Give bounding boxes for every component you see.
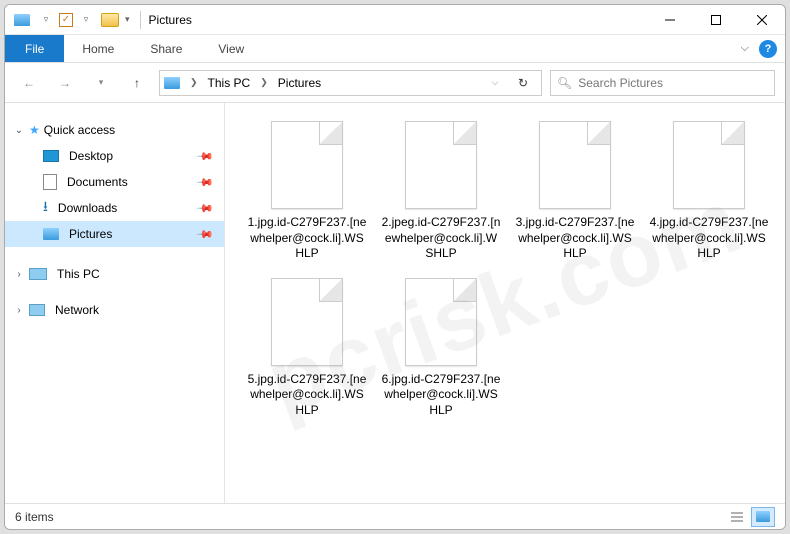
sidebar-item-label: Quick access [44,123,115,137]
sidebar-quick-access[interactable]: ⌄ ★ Quick access [5,117,224,143]
sidebar-item-downloads[interactable]: ⭳ Downloads 📌 [5,195,224,221]
file-label: 6.jpg.id-C279F237.[newhelper@cock.li].WS… [381,372,501,419]
file-label: 2.jpeg.id-C279F237.[newhelper@cock.li].W… [381,215,501,262]
tab-share[interactable]: Share [132,35,200,62]
file-item[interactable]: 5.jpg.id-C279F237.[newhelper@cock.li].WS… [243,274,371,423]
qat-dropdown-2[interactable]: ▿ [75,9,97,31]
breadcrumb-pictures[interactable]: Pictures [278,76,321,90]
sidebar-item-label: Documents [67,175,128,189]
file-icon [539,121,611,209]
tab-view[interactable]: View [200,35,262,62]
pc-icon [29,268,47,280]
file-icon [271,278,343,366]
app-icon [11,9,33,31]
refresh-button[interactable]: ↻ [509,69,537,97]
status-bar: 6 items [5,503,785,529]
qat-checkbox[interactable]: ✓ [59,13,73,27]
file-label: 4.jpg.id-C279F237.[newhelper@cock.li].WS… [649,215,769,262]
search-input[interactable] [578,76,768,90]
up-button[interactable]: ↑ [123,69,151,97]
address-bar[interactable]: ❯ This PC ❯ Pictures ⌵ ↻ [159,70,542,96]
body: ⌄ ★ Quick access Desktop 📌 Documents 📌 ⭳… [5,103,785,503]
tab-home[interactable]: Home [64,35,132,62]
close-button[interactable] [739,5,785,35]
minimize-button[interactable] [647,5,693,35]
sidebar-item-label: Downloads [58,201,117,215]
title-bar: ▿ ✓ ▿ ▾ Pictures [5,5,785,35]
sidebar-item-label: Pictures [69,227,112,241]
file-icon [673,121,745,209]
file-item[interactable]: 4.jpg.id-C279F237.[newhelper@cock.li].WS… [645,117,773,266]
file-list-pane[interactable]: 1.jpg.id-C279F237.[newhelper@cock.li].WS… [225,103,785,503]
window-title: Pictures [149,13,192,27]
chevron-right-icon[interactable]: ❯ [256,77,272,88]
ribbon-expand-icon[interactable]: ⌵ [741,42,749,55]
chevron-down-icon[interactable]: ⌄ [13,125,25,136]
item-count: 6 items [15,510,54,524]
help-icon[interactable]: ? [759,40,777,58]
breadcrumb-root-icon[interactable] [164,77,180,89]
pictures-icon [43,228,59,240]
file-label: 3.jpg.id-C279F237.[newhelper@cock.li].WS… [515,215,635,262]
recent-locations[interactable]: ▾ [87,69,115,97]
desktop-icon [43,150,59,162]
ribbon: File Home Share View ⌵ ? [5,35,785,63]
file-tab[interactable]: File [5,35,64,62]
downloads-icon: ⭳ [43,196,48,220]
file-item[interactable]: 3.jpg.id-C279F237.[newhelper@cock.li].WS… [511,117,639,266]
quick-access-toolbar: ▿ ✓ ▿ ▾ Pictures [5,9,192,31]
pin-icon: 📌 [196,225,215,244]
window-controls [647,5,785,35]
sidebar-network[interactable]: › Network [5,297,224,323]
pin-icon: 📌 [196,173,215,192]
file-label: 5.jpg.id-C279F237.[newhelper@cock.li].WS… [247,372,367,419]
sidebar-item-label: Desktop [69,149,113,163]
navigation-toolbar: ← → ▾ ↑ ❯ This PC ❯ Pictures ⌵ ↻ 🔍︎ [5,63,785,103]
file-icon [405,121,477,209]
explorer-window: ▿ ✓ ▿ ▾ Pictures File Home Share View ⌵ … [4,4,786,530]
view-icons-button[interactable] [751,507,775,527]
qat-dropdown-1[interactable]: ▿ [35,9,57,31]
search-icon: 🔍︎ [557,76,572,90]
sidebar-item-desktop[interactable]: Desktop 📌 [5,143,224,169]
network-icon [29,304,45,316]
file-item[interactable]: 1.jpg.id-C279F237.[newhelper@cock.li].WS… [243,117,371,266]
address-dropdown[interactable]: ⌵ [481,69,509,97]
view-details-button[interactable] [725,507,749,527]
sidebar-item-documents[interactable]: Documents 📌 [5,169,224,195]
file-label: 1.jpg.id-C279F237.[newhelper@cock.li].WS… [247,215,367,262]
folder-icon [99,9,121,31]
file-icon [271,121,343,209]
chevron-right-icon[interactable]: › [13,305,25,316]
sidebar-item-label: This PC [57,267,100,281]
chevron-right-icon[interactable]: › [13,269,25,280]
pin-icon: 📌 [196,199,215,218]
file-icon [405,278,477,366]
sidebar-this-pc[interactable]: › This PC [5,261,224,287]
qat-overflow[interactable]: ▾ [123,14,132,25]
chevron-right-icon[interactable]: ❯ [186,77,202,88]
back-button[interactable]: ← [15,69,43,97]
forward-button[interactable]: → [51,69,79,97]
breadcrumb-this-pc[interactable]: This PC [208,76,251,90]
maximize-button[interactable] [693,5,739,35]
file-item[interactable]: 2.jpeg.id-C279F237.[newhelper@cock.li].W… [377,117,505,266]
file-grid: 1.jpg.id-C279F237.[newhelper@cock.li].WS… [243,117,777,423]
sidebar-item-pictures[interactable]: Pictures 📌 [5,221,224,247]
file-item[interactable]: 6.jpg.id-C279F237.[newhelper@cock.li].WS… [377,274,505,423]
sidebar-item-label: Network [55,303,99,317]
documents-icon [43,174,57,190]
star-icon: ★ [29,123,40,137]
search-box[interactable]: 🔍︎ [550,70,775,96]
pin-icon: 📌 [196,147,215,166]
navigation-pane: ⌄ ★ Quick access Desktop 📌 Documents 📌 ⭳… [5,103,225,503]
